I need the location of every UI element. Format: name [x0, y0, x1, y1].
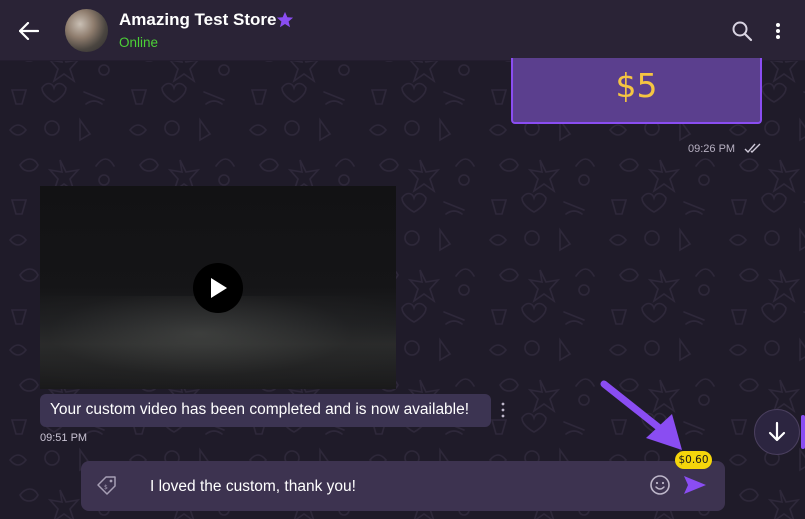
more-options-button[interactable]: [770, 19, 786, 43]
tip-message-time: 09:26 PM: [688, 143, 736, 155]
search-icon: [732, 21, 753, 42]
online-status: Online: [119, 35, 159, 50]
annotation-arrow-icon: [600, 380, 682, 450]
scroll-to-bottom-button[interactable]: [754, 409, 800, 455]
send-icon: [684, 476, 706, 494]
back-button[interactable]: [14, 17, 44, 45]
svg-text:$: $: [104, 484, 108, 491]
set-price-button[interactable]: $: [96, 475, 118, 497]
message-options-button[interactable]: [497, 401, 509, 419]
tip-amount: $5: [615, 65, 658, 105]
double-check-icon: [744, 143, 761, 154]
received-message-time: 09:51 PM: [40, 432, 88, 444]
search-button[interactable]: [730, 19, 754, 43]
message-price-badge: $0.60: [675, 451, 712, 469]
avatar[interactable]: [65, 9, 108, 52]
chat-header: Amazing Test Store Online: [0, 0, 805, 61]
price-tag-icon: $: [97, 476, 116, 495]
play-icon: [211, 278, 227, 298]
more-vertical-icon: [776, 23, 780, 39]
back-arrow-icon: [19, 22, 39, 40]
arrow-down-icon: [768, 421, 786, 442]
emoji-button[interactable]: [649, 474, 671, 496]
more-vertical-icon: [501, 402, 505, 418]
send-button[interactable]: [682, 474, 708, 496]
scrollbar-thumb[interactable]: [801, 415, 805, 449]
play-button[interactable]: [193, 263, 243, 313]
message-input[interactable]: [150, 476, 630, 498]
emoji-icon: [650, 475, 670, 495]
store-name[interactable]: Amazing Test Store: [119, 10, 276, 30]
tip-message-bubble[interactable]: $5: [511, 58, 762, 124]
verified-star-icon: [276, 11, 294, 28]
received-text-message[interactable]: Your custom video has been completed and…: [40, 394, 491, 427]
